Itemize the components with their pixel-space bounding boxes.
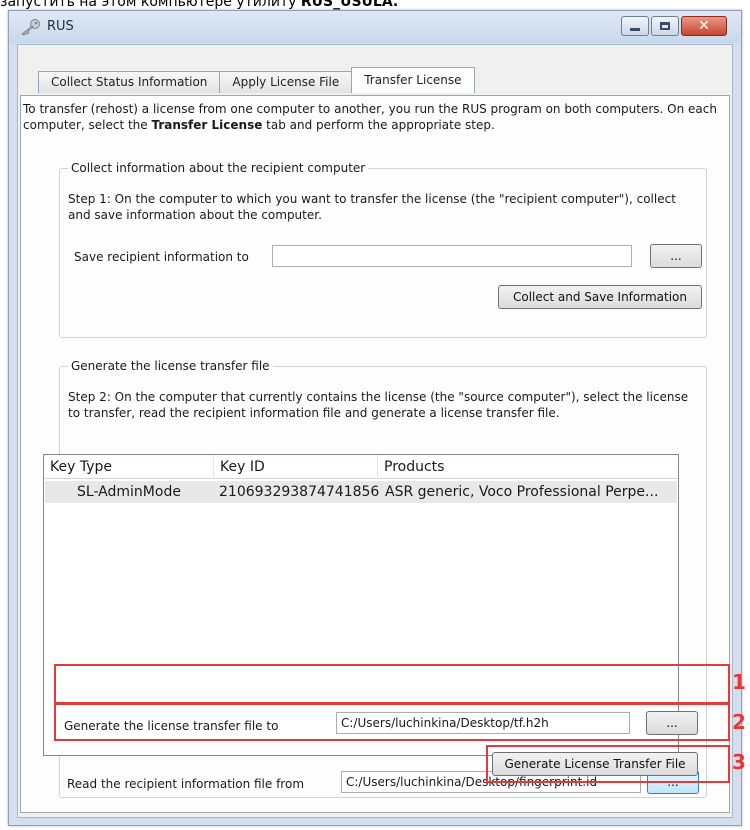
intro-bold: Transfer License: [151, 118, 263, 132]
cell-key-type: SL-AdminMode: [77, 484, 181, 500]
tab-collect-status-information[interactable]: Collect Status Information: [38, 71, 221, 93]
highlight-box-1: [54, 664, 730, 704]
key-icon: [21, 19, 40, 36]
minimize-icon: [630, 27, 640, 31]
highlight-box-3: [486, 745, 730, 783]
caption-bold-text: RUS_USULA.: [300, 0, 399, 10]
license-list-header: Key Type Key ID Products: [44, 455, 678, 479]
collect-recipient-info-group: Collect information about the recipient …: [59, 160, 707, 338]
window-title: RUS: [47, 19, 74, 34]
intro-part-2: tab and perform the appropriate step.: [262, 118, 495, 132]
marker-2: 2: [732, 710, 746, 734]
tab-transfer-license[interactable]: Transfer License: [351, 67, 475, 93]
tab-apply-license-file[interactable]: Apply License File: [219, 71, 353, 93]
maximize-icon: [660, 22, 670, 30]
column-products[interactable]: Products: [378, 455, 678, 479]
save-recipient-input[interactable]: [272, 245, 632, 267]
highlight-box-2: [54, 703, 730, 741]
close-button[interactable]: ✕: [681, 16, 727, 36]
group2-legend: Generate the license transfer file: [68, 358, 273, 374]
intro-text: To transfer (rehost) a license from one …: [23, 101, 723, 133]
marker-3: 3: [732, 750, 746, 774]
table-row[interactable]: SL-AdminMode 210693293874741856 ASR gene…: [45, 481, 677, 503]
save-recipient-browse-button[interactable]: ...: [650, 244, 702, 268]
cell-key-id: 210693293874741856: [219, 484, 380, 500]
column-key-id[interactable]: Key ID: [214, 455, 378, 479]
save-recipient-label: Save recipient information to: [74, 250, 249, 264]
tab-strip: Collect Status Information Apply License…: [38, 67, 475, 93]
close-icon: ✕: [698, 18, 710, 34]
step1-text: Step 1: On the computer to which you wan…: [68, 192, 676, 222]
cell-products: ASR generic, Voco Professional Perpe...: [385, 484, 659, 500]
collect-and-save-button[interactable]: Collect and Save Information: [498, 285, 702, 309]
marker-1: 1: [732, 670, 746, 694]
column-key-type[interactable]: Key Type: [44, 455, 214, 479]
caption-text: запустить на этом компьютере утилиту: [0, 0, 301, 10]
read-recipient-label: Read the recipient information file from: [67, 777, 305, 791]
group1-legend: Collect information about the recipient …: [68, 160, 369, 176]
step2-text: Step 2: On the computer that currently c…: [68, 390, 689, 420]
maximize-button[interactable]: [651, 16, 679, 36]
title-bar[interactable]: RUS ✕: [9, 11, 741, 43]
minimize-button[interactable]: [621, 16, 649, 36]
